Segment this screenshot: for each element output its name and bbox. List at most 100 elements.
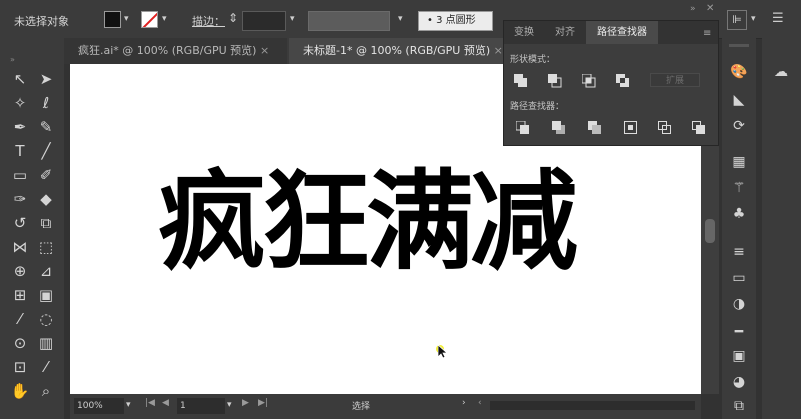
eraser-tool-icon[interactable]: ◆ xyxy=(34,188,58,210)
zoom-dropdown-icon[interactable]: ▾ xyxy=(126,400,131,410)
stroke-dropdown-icon[interactable]: ▾ xyxy=(162,14,167,24)
menu-list-icon[interactable]: ☰ xyxy=(772,11,784,26)
brush-definition-value: 3 点圆形 xyxy=(436,15,476,26)
previous-artboard-icon[interactable]: ◀ xyxy=(162,398,169,408)
toolbar-collapse-icon[interactable]: » xyxy=(10,55,15,64)
tab-pathfinder[interactable]: 路径查找器 xyxy=(586,21,658,44)
transparency-panel-icon[interactable]: ◑ xyxy=(728,294,750,314)
last-artboard-icon[interactable]: ▶| xyxy=(258,398,268,408)
scroll-thumb[interactable] xyxy=(705,219,715,243)
shape-modes-label: 形状模式： xyxy=(510,55,556,65)
tab-label: 未标题-1* @ 100% (RGB/GPU 预览) xyxy=(303,44,491,57)
dock-grip[interactable] xyxy=(729,44,749,47)
shaper-tool-icon[interactable]: ✑ xyxy=(8,188,32,210)
expand-button[interactable]: 扩展 xyxy=(650,73,700,87)
stroke-panel-icon[interactable]: ≡ xyxy=(728,242,750,262)
merge-icon[interactable] xyxy=(588,120,602,139)
close-tab-icon[interactable]: × xyxy=(494,44,503,57)
brush-definition-select[interactable]: • 3 点圆形 xyxy=(418,11,493,31)
swatches-panel-icon[interactable]: ▦ xyxy=(728,152,750,172)
zoom-tool-icon[interactable]: ⌕ xyxy=(34,380,58,402)
intersect-icon[interactable] xyxy=(581,73,596,92)
selection-tool-icon[interactable]: ↖ xyxy=(8,68,32,90)
curvature-tool-icon[interactable]: ✎ xyxy=(34,116,58,138)
stroke-weight-stepper-icon[interactable]: ⇕ xyxy=(228,11,238,25)
current-tool-status: 选择 xyxy=(352,402,371,412)
zoom-level-field[interactable]: 100% xyxy=(74,398,124,414)
tab-document-1[interactable]: 疯狂.ai* @ 100% (RGB/GPU 预览) × xyxy=(64,38,287,64)
horizontal-scrollbar[interactable] xyxy=(490,401,695,410)
lasso-tool-icon[interactable]: ℓ xyxy=(34,92,58,114)
gradient-panel-icon[interactable]: ▭ xyxy=(728,268,750,288)
appearance-panel-icon[interactable]: ▣ xyxy=(728,346,750,366)
stroke-weight-dropdown-icon[interactable]: ▾ xyxy=(290,14,295,24)
close-panel-icon[interactable]: ✕ xyxy=(706,3,714,14)
first-artboard-icon[interactable]: |◀ xyxy=(145,398,155,408)
align-dropdown-icon[interactable]: ▾ xyxy=(751,14,756,24)
headline-text[interactable]: 疯狂满减 xyxy=(158,153,638,293)
status-menu-arrow-icon[interactable]: › xyxy=(462,398,466,408)
outline-icon[interactable] xyxy=(658,120,672,139)
column-graph-tool-icon[interactable]: ▥ xyxy=(34,332,58,354)
tab-align[interactable]: 对齐 xyxy=(546,21,584,44)
free-transform-tool-icon[interactable]: ⬚ xyxy=(34,236,58,258)
close-tab-icon[interactable]: × xyxy=(260,44,269,57)
tab-transform[interactable]: 变换 xyxy=(504,21,544,44)
mesh-tool-icon[interactable]: ⊞ xyxy=(8,284,32,306)
blend-tool-icon[interactable]: ◌ xyxy=(34,308,58,330)
stroke-weight-input[interactable] xyxy=(242,11,286,31)
scroll-left-icon[interactable]: ‹ xyxy=(478,398,482,408)
mouse-pointer-icon xyxy=(437,344,449,363)
graphic-styles-icon[interactable]: ◕ xyxy=(728,372,750,392)
stroke-weight-panel-icon[interactable]: ━ xyxy=(728,322,750,342)
gradient-tool-icon[interactable]: ▣ xyxy=(34,284,58,306)
profile-dropdown-icon[interactable]: ▾ xyxy=(398,14,403,24)
type-tool-icon[interactable]: T xyxy=(8,140,32,162)
color-panel-icon[interactable]: 🎨 xyxy=(728,62,750,82)
exclude-icon[interactable] xyxy=(616,73,630,92)
shape-builder-tool-icon[interactable]: ⊕ xyxy=(8,260,32,282)
unite-icon[interactable] xyxy=(514,73,528,92)
layers-panel-icon[interactable]: ⧉ xyxy=(728,396,750,416)
rectangle-tool-icon[interactable]: ▭ xyxy=(8,164,32,186)
stroke-label[interactable]: 描边： xyxy=(192,13,225,29)
symbol-sprayer-tool-icon[interactable]: ⊙ xyxy=(8,332,32,354)
collapse-panel-icon[interactable]: » xyxy=(690,4,696,14)
libraries-dock xyxy=(762,38,801,419)
tab-label: 疯狂.ai* @ 100% (RGB/GPU 预览) xyxy=(78,44,257,57)
minus-front-icon[interactable] xyxy=(548,73,562,92)
slice-tool-icon[interactable]: ⁄ xyxy=(34,356,58,378)
stroke-swatch[interactable] xyxy=(141,11,158,28)
tab-document-2[interactable]: 未标题-1* @ 100% (RGB/GPU 预览) × xyxy=(289,38,504,64)
brushes-panel-icon[interactable]: ⚚ xyxy=(728,178,750,198)
recolor-icon[interactable]: ⟳ xyxy=(728,116,750,136)
artboard-tool-icon[interactable]: ⊡ xyxy=(8,356,32,378)
divide-icon[interactable] xyxy=(515,120,530,139)
paintbrush-tool-icon[interactable]: ✐ xyxy=(34,164,58,186)
perspective-grid-tool-icon[interactable]: ⊿ xyxy=(34,260,58,282)
line-segment-tool-icon[interactable]: ╱ xyxy=(34,140,58,162)
eyedropper-tool-icon[interactable]: ⁄ xyxy=(8,308,32,330)
creative-cloud-libraries-icon[interactable]: ☁ xyxy=(770,62,792,82)
trim-icon[interactable] xyxy=(552,120,566,139)
fill-dropdown-icon[interactable]: ▾ xyxy=(124,14,129,24)
symbols-panel-icon[interactable]: ♣ xyxy=(728,204,750,224)
minus-back-icon[interactable] xyxy=(692,120,706,139)
align-toggle-icon[interactable]: ⊫ xyxy=(727,10,747,30)
variable-width-profile[interactable] xyxy=(308,11,390,31)
magic-wand-tool-icon[interactable]: ✧ xyxy=(8,92,32,114)
next-artboard-icon[interactable]: ▶ xyxy=(242,398,249,408)
rotate-tool-icon[interactable]: ↺ xyxy=(8,212,32,234)
crop-icon[interactable] xyxy=(624,120,638,139)
width-tool-icon[interactable]: ⋈ xyxy=(8,236,32,258)
artboard-number-field[interactable]: 1 xyxy=(177,398,225,414)
pen-tool-icon[interactable]: ✒ xyxy=(8,116,32,138)
artboard-dropdown-icon[interactable]: ▾ xyxy=(227,400,232,410)
direct-selection-tool-icon[interactable]: ➤ xyxy=(34,68,58,90)
panel-menu-icon[interactable]: ≡ xyxy=(703,28,711,39)
hand-tool-icon[interactable]: ✋ xyxy=(8,380,32,402)
color-guide-icon[interactable]: ◣ xyxy=(728,90,750,110)
dot-icon: • xyxy=(427,15,433,26)
fill-swatch[interactable] xyxy=(104,11,121,28)
scale-tool-icon[interactable]: ⧉ xyxy=(34,212,58,234)
